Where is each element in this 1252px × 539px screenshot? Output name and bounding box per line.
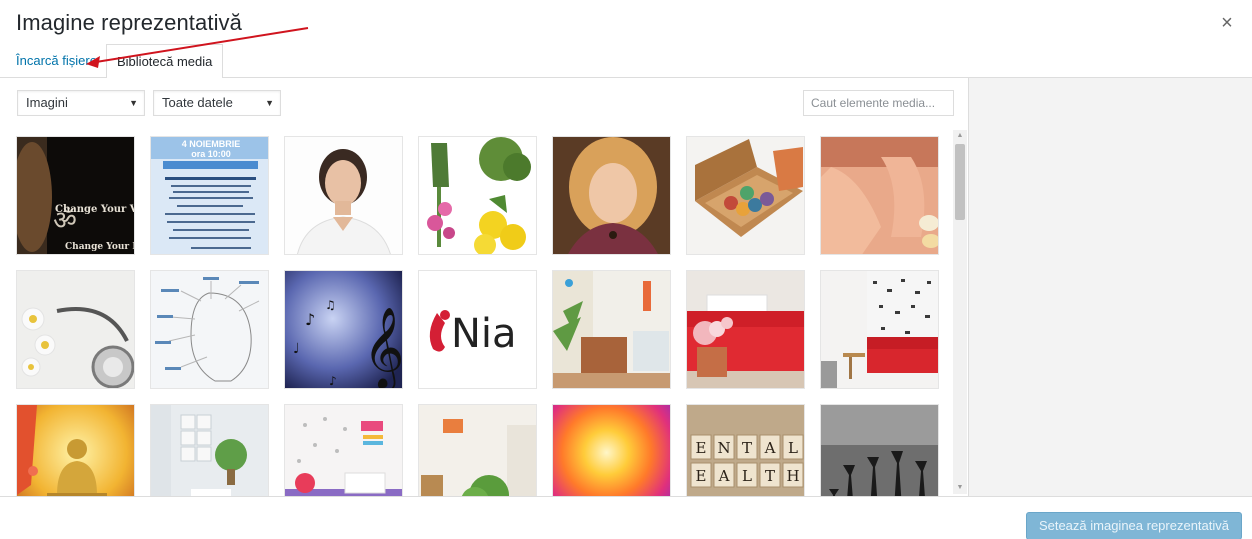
media-thumbnail-color-rays[interactable] [552,404,671,496]
scrabble-tile: A [713,462,735,488]
set-featured-image-button[interactable]: Setează imaginea reprezentativă [1025,512,1242,539]
media-content: Imagini ▼ Toate datele ▼ ॐ Change Your V… [0,78,968,496]
scroll-up-icon[interactable]: ▲ [953,130,967,142]
svg-text:A: A [718,467,730,485]
scrabble-tile: T [759,462,781,488]
media-thumbnail-stethoscope-flowers[interactable] [16,270,135,389]
scrabble-tile: H [782,462,804,488]
scroll-down-icon[interactable]: ▼ [953,482,967,494]
modal-title: Imagine reprezentativă [16,10,242,35]
scrabble-tile: N [713,434,735,460]
flyer-time: ora 10:00 [191,149,231,159]
svg-text:♫: ♫ [325,298,336,312]
attachment-details-sidebar [968,78,1252,496]
svg-text:♪: ♪ [305,310,315,329]
scrabble-tile: L [736,462,758,488]
close-icon[interactable]: × [1216,12,1238,34]
media-thumbnail-red-sofa-room[interactable] [820,270,939,389]
media-thumbnail-reception-room[interactable] [552,270,671,389]
media-thumbnail-massage[interactable] [820,136,939,255]
media-thumbnail-nia-logo[interactable]: Nia [418,270,537,389]
scrabble-tile: E [690,462,712,488]
media-thumbnail-chess-pieces[interactable] [820,404,939,496]
svg-text:T: T [765,467,775,485]
scrabble-tile: E [690,434,712,460]
media-thumbnail-wooden-box-stones[interactable] [686,136,805,255]
svg-text:𝄞: 𝄞 [363,306,403,389]
media-thumbnail-hallway-plant[interactable] [418,404,537,496]
media-grid: ॐ Change Your Vibr Change Your L 4 NOIEM… [16,136,941,496]
svg-text:T: T [742,439,752,457]
modal-tabs: Încarcă fișiere Bibliotecă media [0,44,1252,79]
svg-text:L: L [742,467,752,485]
scrabble-tile: L [782,434,804,460]
svg-text:♩: ♩ [293,341,300,357]
media-thumbnail-change-your-vibration[interactable]: ॐ Change Your Vibr Change Your L [16,136,135,255]
media-thumbnail-herbs-lemons[interactable] [418,136,537,255]
tab-upload-files[interactable]: Încarcă fișiere [8,44,105,78]
media-thumbnail-event-flyer[interactable]: 4 NOIEMBRIE ora 10:00 [150,136,269,255]
scrollbar-handle[interactable] [955,144,965,220]
media-thumbnail-music-notes[interactable]: 𝄞 ♪ ♫ ♩ ♪ [284,270,403,389]
media-thumbnail-buddha-statue[interactable] [16,404,135,496]
chevron-down-icon: ▼ [265,98,274,108]
media-thumbnail-portrait-woman[interactable] [284,136,403,255]
svg-text:E: E [696,439,707,457]
thumbnail-caption: Change Your Vibr [55,204,135,215]
media-type-filter-value: Imagini [26,95,68,110]
nia-logo-text: Nia [451,311,517,357]
flyer-date: 4 NOIEMBRIE [182,139,241,149]
media-search-input[interactable] [803,90,954,116]
svg-text:E: E [696,467,707,485]
scrabble-tile: A [759,434,781,460]
media-grid-scrollbar[interactable]: ▲ ▼ [953,130,967,494]
chevron-down-icon: ▼ [129,98,138,108]
svg-text:A: A [764,439,776,457]
thumbnail-caption: Change Your L [65,242,135,252]
media-date-filter[interactable]: Toate datele ▼ [153,90,281,116]
media-thumbnail-white-room-shelves[interactable] [150,404,269,496]
media-thumbnail-scrabble-tiles[interactable]: ENTALEALTH [686,404,805,496]
media-thumbnail-head-diagram[interactable] [150,270,269,389]
svg-text:L: L [788,439,798,457]
modal-footer: Setează imaginea reprezentativă [0,496,1252,539]
tab-media-library[interactable]: Bibliotecă media [106,44,224,79]
featured-image-modal: Imagine reprezentativă × Încarcă fișiere… [0,0,1252,539]
scrabble-tile: T [736,434,758,460]
media-date-filter-value: Toate datele [162,95,233,110]
svg-text:♪: ♪ [329,374,337,388]
media-thumbnail-purple-sofa[interactable] [284,404,403,496]
svg-text:H: H [786,467,799,485]
media-type-filter[interactable]: Imagini ▼ [17,90,145,116]
media-thumbnail-red-sofa-flowers[interactable] [686,270,805,389]
svg-text:N: N [717,439,730,457]
media-thumbnail-portrait-blonde[interactable] [552,136,671,255]
